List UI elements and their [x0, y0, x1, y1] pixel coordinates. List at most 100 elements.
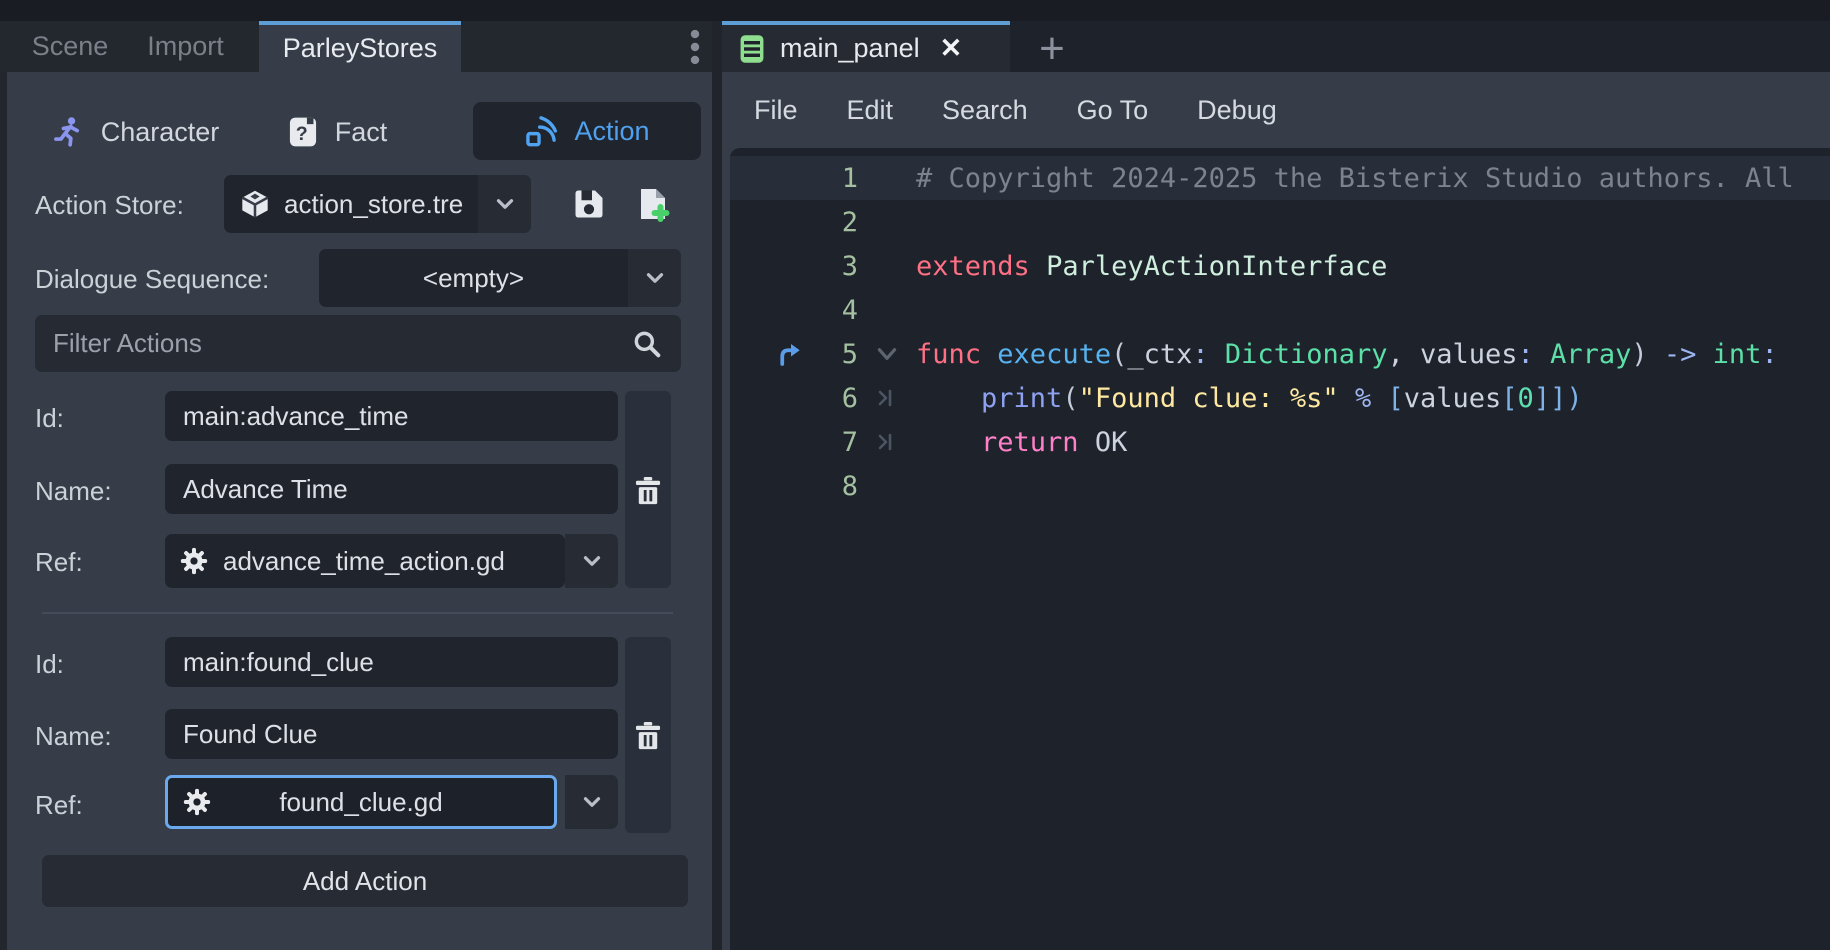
tab-main-panel[interactable]: main_panel ✕	[722, 21, 1010, 72]
code-editor[interactable]: 1 # Copyright 2024-2025 the Bisterix Stud…	[730, 148, 1830, 950]
code-text: extends ParleyActionInterface	[916, 251, 1830, 282]
tab-parleystores-label: ParleyStores	[283, 33, 438, 64]
action-id-value: main:found_clue	[183, 647, 374, 678]
code-line[interactable]: 8	[730, 464, 1830, 508]
trash-icon	[631, 718, 665, 752]
script-editor-panel: main_panel ✕ + File Edit Search Go To De…	[722, 21, 1830, 950]
cube-icon	[240, 189, 270, 219]
action-id-label: Id:	[35, 649, 64, 680]
code-text: # Copyright 2024-2025 the Bisterix Studi…	[916, 163, 1830, 194]
line-number: 6	[810, 383, 858, 414]
dock-tab-bar: Scene Import ParleyStores	[0, 21, 712, 72]
tab-scene-label: Scene	[32, 31, 109, 62]
add-action-label: Add Action	[303, 866, 427, 897]
delete-action-button[interactable]	[625, 391, 671, 588]
dialogue-sequence-label: Dialogue Sequence:	[35, 264, 269, 295]
action-store-value: action_store.tre	[284, 189, 463, 220]
action-store-select[interactable]: action_store.tre	[224, 175, 531, 233]
action-ref-select-focused[interactable]: found_clue.gd	[165, 775, 557, 829]
add-action-button[interactable]: Add Action	[42, 855, 688, 907]
action-name-value: Advance Time	[183, 474, 348, 505]
line-number: 3	[810, 251, 858, 282]
store-tab-fact-label: Fact	[335, 117, 388, 148]
group-divider	[42, 612, 673, 614]
tab-import[interactable]: Import	[113, 21, 258, 72]
close-tab-icon[interactable]: ✕	[940, 33, 963, 64]
action-store-label: Action Store:	[35, 190, 184, 221]
filter-actions-placeholder: Filter Actions	[53, 328, 631, 359]
parleystores-dock: Character ? Fact Action Action Store: ac…	[0, 72, 712, 950]
menu-file[interactable]: File	[754, 95, 798, 126]
tab-parleystores[interactable]: ParleyStores	[259, 21, 461, 72]
line-number: 7	[810, 427, 858, 458]
code-line[interactable]: 5 func execute(_ctx: Dictionary, values:…	[730, 332, 1830, 376]
action-name-label: Name:	[35, 721, 112, 752]
menu-debug[interactable]: Debug	[1197, 95, 1277, 126]
line-number: 4	[810, 295, 858, 326]
code-line[interactable]: 1 # Copyright 2024-2025 the Bisterix Stud…	[730, 156, 1830, 200]
character-icon	[51, 115, 85, 149]
code-line[interactable]: 7 return OK	[730, 420, 1830, 464]
script-tab-bar: main_panel ✕ +	[722, 21, 1830, 72]
delete-action-button[interactable]	[625, 637, 671, 833]
line-number: 5	[810, 339, 858, 370]
action-ref-select[interactable]: advance_time_action.gd	[165, 534, 565, 588]
code-line[interactable]: 4	[730, 288, 1830, 332]
indent-guide-icon	[875, 386, 899, 410]
line-number: 8	[810, 471, 858, 502]
menu-goto[interactable]: Go To	[1077, 95, 1149, 126]
action-ref-dropdown-arrow[interactable]	[565, 534, 618, 588]
chevron-down-icon	[579, 789, 605, 815]
search-icon	[631, 328, 663, 360]
store-tab-fact[interactable]: ? Fact	[237, 104, 437, 160]
window-top-strip	[0, 0, 1830, 21]
code-line[interactable]: 6 print("Found clue: %s" % [values[0]])	[730, 376, 1830, 420]
fact-icon: ?	[287, 115, 319, 149]
action-name-label: Name:	[35, 476, 112, 507]
code-line[interactable]: 2	[730, 200, 1830, 244]
action-id-input[interactable]: main:advance_time	[165, 391, 618, 441]
store-tab-character[interactable]: Character	[35, 104, 235, 160]
action-name-input[interactable]: Found Clue	[165, 709, 618, 759]
action-name-input[interactable]: Advance Time	[165, 464, 618, 514]
gear-icon	[179, 546, 209, 576]
plus-icon: +	[1039, 24, 1065, 74]
menu-search[interactable]: Search	[942, 95, 1028, 126]
action-ref-label: Ref:	[35, 790, 83, 821]
action-store-dropdown-arrow[interactable]	[478, 175, 531, 233]
code-line[interactable]: 3 extends ParleyActionInterface	[730, 244, 1830, 288]
script-icon	[738, 33, 766, 65]
script-menu-bar: File Edit Search Go To Debug	[722, 72, 1830, 148]
new-file-icon	[635, 186, 671, 222]
line-number: 1	[810, 163, 858, 194]
gear-icon	[182, 787, 212, 817]
action-ref-value: advance_time_action.gd	[223, 546, 505, 577]
action-ref-dropdown-arrow[interactable]	[565, 775, 618, 829]
action-id-value: main:advance_time	[183, 401, 408, 432]
save-icon	[571, 186, 607, 222]
action-id-input[interactable]: main:found_clue	[165, 637, 618, 687]
menu-edit[interactable]: Edit	[847, 95, 894, 126]
new-tab-button[interactable]: +	[1024, 25, 1080, 72]
trash-icon	[631, 473, 665, 507]
dialogue-sequence-select[interactable]: <empty>	[319, 249, 681, 307]
override-arrow-icon	[776, 339, 806, 369]
fold-chevron-down-icon[interactable]	[874, 341, 900, 367]
code-lines: 1 # Copyright 2024-2025 the Bisterix Stud…	[730, 156, 1830, 508]
store-tab-character-label: Character	[101, 117, 220, 148]
save-store-button[interactable]	[565, 180, 613, 228]
chevron-down-icon	[642, 265, 668, 291]
kebab-menu-icon[interactable]	[682, 27, 708, 67]
filter-actions-input[interactable]: Filter Actions	[35, 315, 681, 372]
svg-text:?: ?	[295, 123, 307, 145]
indent-guide-icon	[875, 430, 899, 454]
line-number: 2	[810, 207, 858, 238]
dialogue-sequence-dropdown-arrow[interactable]	[628, 249, 681, 307]
tab-import-label: Import	[147, 31, 224, 62]
action-ref-value: found_clue.gd	[279, 787, 442, 818]
new-store-button[interactable]	[629, 180, 677, 228]
action-name-value: Found Clue	[183, 719, 317, 750]
action-id-label: Id:	[35, 403, 64, 434]
store-tab-action[interactable]: Action	[473, 102, 701, 160]
code-text: print("Found clue: %s" % [values[0]])	[916, 383, 1830, 414]
